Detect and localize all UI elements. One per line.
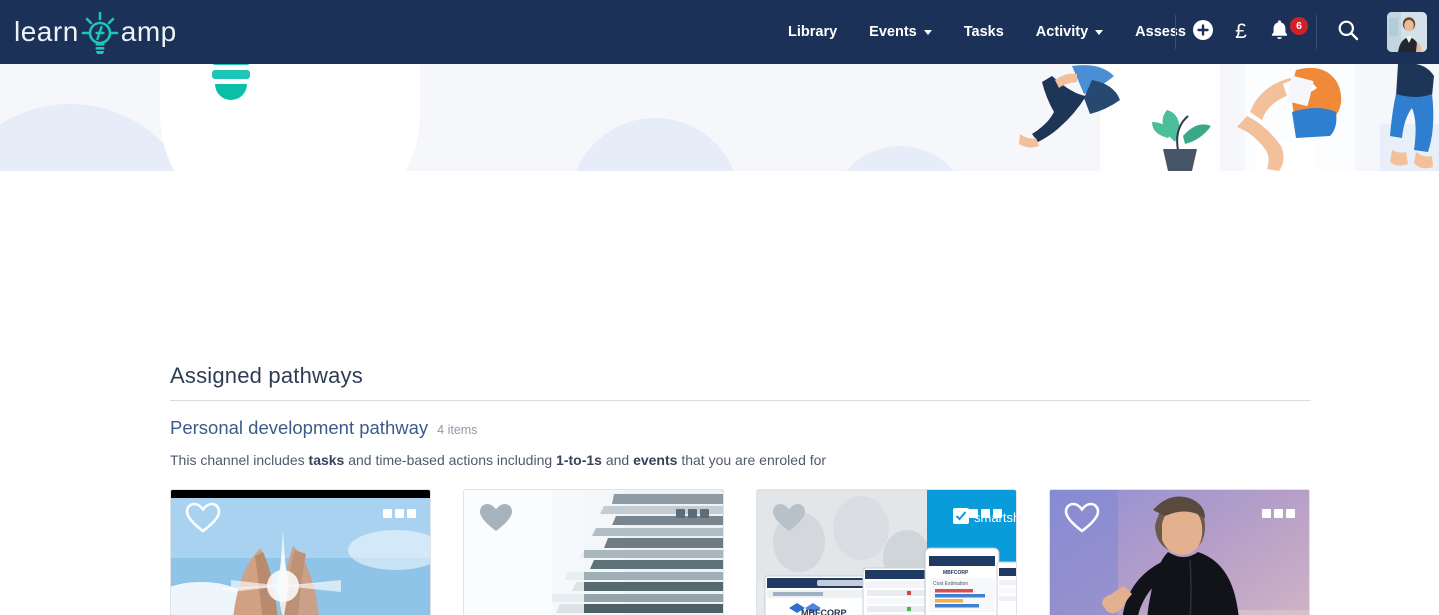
main-nav-links: Library Events Tasks Activity Assess [772, 0, 1217, 64]
card-thumbnail[interactable]: smartsheet MBFCORP [757, 490, 1016, 615]
desc-seg-2: and time-based actions including [344, 452, 557, 468]
pathway-title-link[interactable]: Personal development pathway [170, 417, 428, 439]
hero-banner [0, 64, 1439, 171]
nav-divider [1175, 15, 1176, 49]
search-icon [1337, 19, 1359, 46]
currency-button[interactable]: £ [1222, 0, 1260, 64]
desc-seg-3: 1-to-1s [556, 452, 602, 468]
pathway-header: Personal development pathway 4 items [170, 417, 477, 439]
content-card[interactable]: Article Inc. How to Make New Employees M… [463, 489, 724, 615]
card-thumbnail[interactable]: Video You [171, 490, 430, 615]
chevron-down-icon [923, 29, 932, 35]
favourite-heart-icon[interactable] [478, 502, 514, 539]
search-button[interactable] [1325, 0, 1371, 64]
brand-text-amp: amp [120, 16, 177, 47]
desc-seg-1: tasks [308, 452, 345, 468]
nav-item-tasks-label: Tasks [963, 24, 1004, 40]
plus-circle-icon [1192, 19, 1214, 46]
nav-divider [1316, 15, 1317, 49]
pathway-item-count: 4 items [437, 423, 478, 437]
pathway-card-grid: Video You Vitamin Supplements Worth Taki… [170, 489, 1310, 615]
notifications-badge: 6 [1290, 17, 1308, 35]
card-menu-ellipsis-icon[interactable] [969, 509, 1002, 518]
content-card[interactable]: Video You Employee Coaching Skills Free [1049, 489, 1310, 615]
svg-text:Cost Estimation: Cost Estimation [933, 581, 968, 587]
desc-seg-4: and [601, 452, 634, 468]
chevron-down-icon [1095, 29, 1104, 35]
people-working-illustration [1000, 64, 1439, 171]
brand-text-learn: learn [14, 16, 79, 47]
favourite-heart-icon[interactable] [1064, 502, 1100, 539]
card-menu-ellipsis-icon[interactable] [1262, 509, 1295, 518]
favourite-heart-icon[interactable] [771, 502, 807, 539]
page-title: Assigned pathways [170, 363, 363, 388]
svg-text:MBFCORP: MBFCORP [943, 570, 969, 576]
lightbulb-icon [77, 10, 123, 55]
nav-item-library-label: Library [788, 24, 838, 40]
lightbulb-graphic [183, 64, 279, 112]
nav-item-tasks[interactable]: Tasks [948, 0, 1020, 64]
nav-item-events-label: Events [869, 24, 917, 40]
nav-action-icons: £ 6 [1167, 0, 1439, 64]
notifications-button[interactable]: 6 [1260, 0, 1308, 64]
desc-seg-5: events [633, 452, 678, 468]
nav-item-library[interactable]: Library [772, 0, 853, 64]
pound-icon: £ [1235, 20, 1247, 43]
nav-item-events[interactable]: Events [853, 0, 948, 64]
content-card[interactable]: Video You Vitamin Supplements Worth Taki… [170, 489, 431, 615]
card-thumbnail[interactable]: Video You [1050, 490, 1309, 615]
desc-seg-0: This channel includes [170, 452, 309, 468]
top-navigation-bar: learn amp Library Events Tasks Activity … [0, 0, 1439, 64]
favourite-heart-icon[interactable] [185, 502, 221, 539]
add-button[interactable] [1184, 0, 1222, 64]
avatar[interactable] [1387, 12, 1427, 52]
card-menu-ellipsis-icon[interactable] [676, 509, 709, 518]
nav-item-activity-label: Activity [1035, 24, 1089, 40]
svg-text:MBFCORP: MBFCORP [801, 608, 847, 615]
pathway-description: This channel includes tasks and time-bas… [170, 451, 826, 469]
nav-item-activity[interactable]: Activity [1020, 0, 1119, 64]
brand-logo[interactable]: learn amp [14, 0, 177, 64]
card-thumbnail[interactable]: Article Inc. [464, 490, 723, 615]
content-card[interactable]: smartsheet MBFCORP [756, 489, 1017, 615]
title-divider [170, 400, 1311, 401]
desc-seg-6: that you are enroled for [677, 452, 827, 468]
card-menu-ellipsis-icon[interactable] [383, 509, 416, 518]
bell-icon [1270, 19, 1289, 45]
